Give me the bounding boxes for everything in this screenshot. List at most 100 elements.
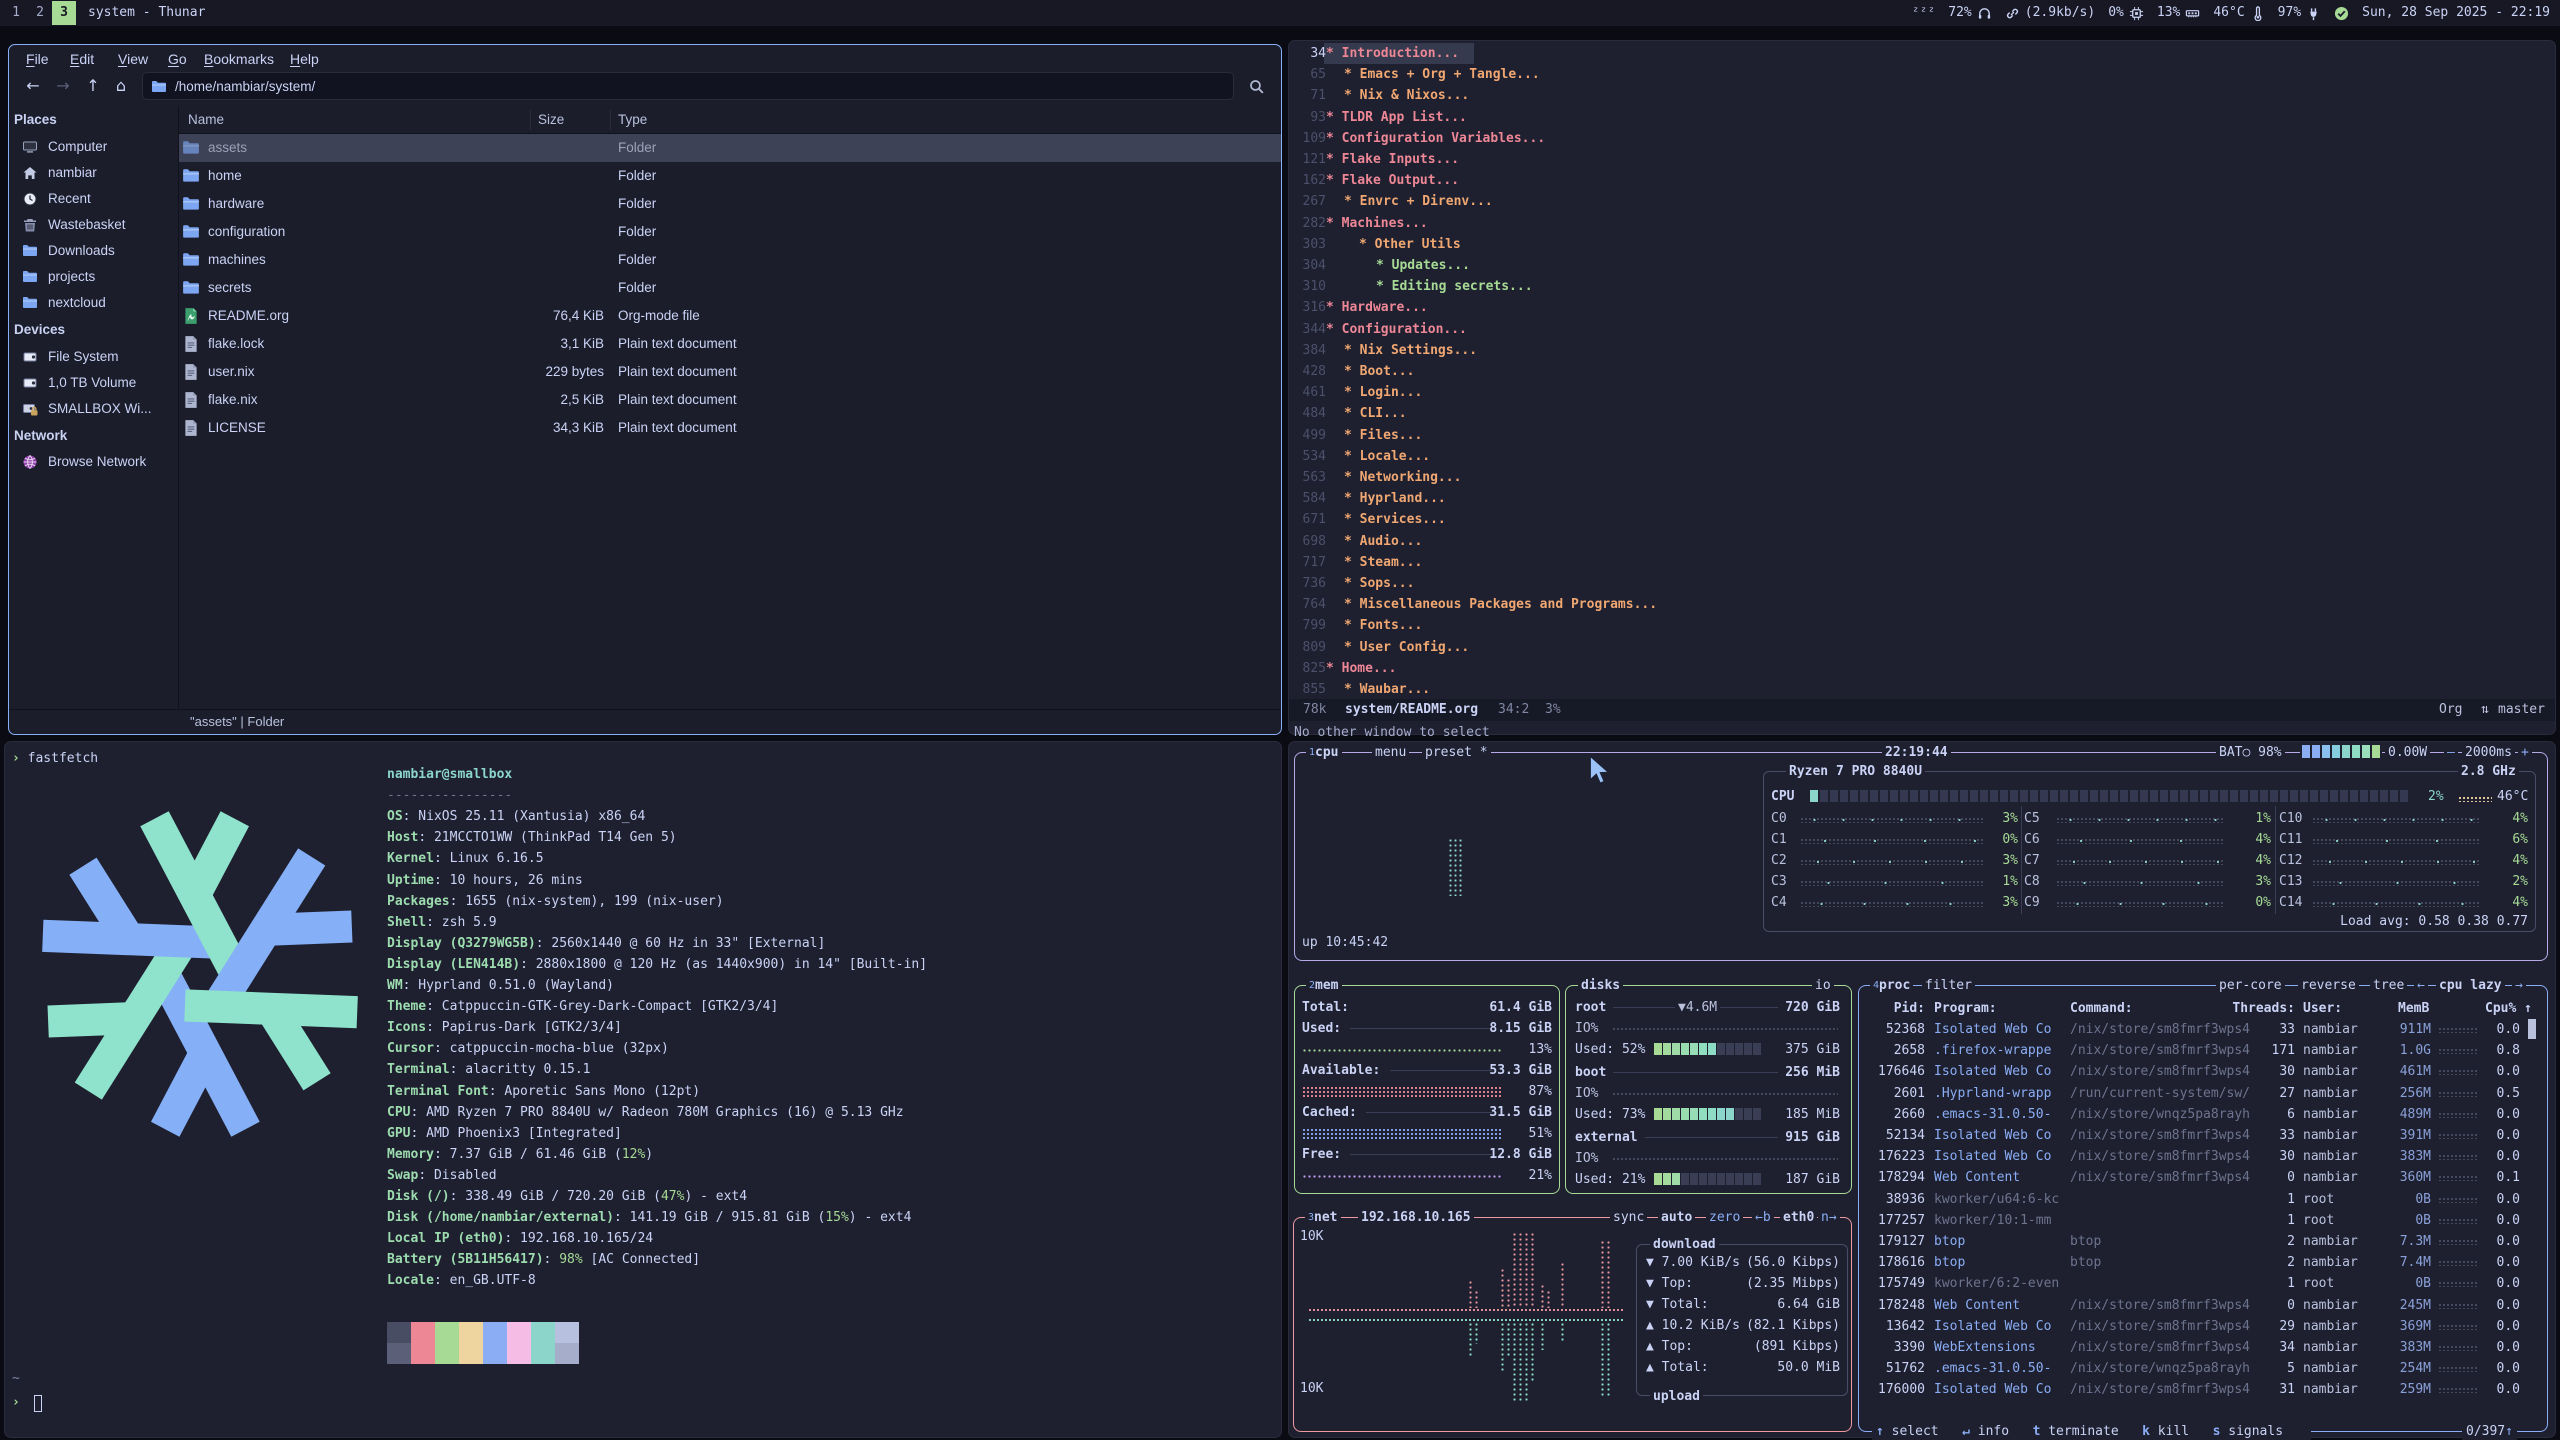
interval-plus-button[interactable]: + xyxy=(2518,742,2532,763)
workspace-button-1[interactable]: 1 xyxy=(4,1,28,25)
sidebar-item-downloads[interactable]: Downloads xyxy=(10,238,174,264)
workspace-button-3[interactable]: 3 xyxy=(52,1,76,25)
statusbar-module-cpu-usage[interactable]: 0% xyxy=(2108,0,2144,26)
file-row-secrets[interactable]: secretsFolder xyxy=(179,274,1281,302)
proc-row[interactable]: 52134Isolated Web Co/nix/store/sm8fmrf3w… xyxy=(1860,1125,2540,1146)
menu-item-help[interactable]: Help xyxy=(290,46,319,72)
palette-swatch xyxy=(435,1322,459,1343)
menu-button[interactable]: menu xyxy=(1372,742,1409,763)
sidebar-item-file-system[interactable]: File System xyxy=(10,344,174,370)
file-row-configuration[interactable]: configurationFolder xyxy=(179,218,1281,246)
proc-scrollbar-thumb[interactable] xyxy=(2528,1019,2536,1039)
proc-row[interactable]: 38936kworker/u64:6-kc1root0B0.0 xyxy=(1860,1189,2540,1210)
statusbar-module-battery[interactable]: 97% xyxy=(2278,0,2321,26)
file-row-machines[interactable]: machinesFolder xyxy=(179,246,1281,274)
iface-prev-button[interactable]: ←b xyxy=(1752,1207,1774,1228)
proc-row[interactable]: 176646Isolated Web Co/nix/store/sm8fmrf3… xyxy=(1860,1061,2540,1082)
column-header-type[interactable]: Type xyxy=(618,106,647,134)
menu-item-file[interactable]: File xyxy=(26,46,49,72)
preset-button[interactable]: preset * xyxy=(1422,742,1491,763)
proc-row[interactable]: 178616btopbtop2nambiar7.4M0.0 xyxy=(1860,1252,2540,1273)
proc-row[interactable]: 2658.firefox-wrappe/nix/store/sm8fmrf3wp… xyxy=(1860,1040,2540,1061)
tree-button[interactable]: tree xyxy=(2370,975,2407,996)
sort-next-button[interactable]: → xyxy=(2512,975,2526,996)
file-row-flake-lock[interactable]: flake.lock3,1 KiBPlain text document xyxy=(179,330,1281,358)
tab-net[interactable]: 3net xyxy=(1305,1207,1341,1228)
proc-header-user[interactable]: User: xyxy=(2303,998,2342,1019)
proc-header-memb[interactable]: MemB xyxy=(2398,998,2429,1019)
proc-header-command[interactable]: Command: xyxy=(2070,998,2133,1019)
file-row-hardware[interactable]: hardwareFolder xyxy=(179,190,1281,218)
proc-header-pid[interactable]: Pid: xyxy=(1865,998,1925,1019)
tab-mem[interactable]: 2mem xyxy=(1306,975,1342,996)
workspace-button-2[interactable]: 2 xyxy=(28,1,52,25)
proc-header-threads[interactable]: Threads: xyxy=(2215,998,2295,1019)
statusbar-module-temperature[interactable]: 46°C xyxy=(2213,0,2264,26)
menu-item-go[interactable]: Go xyxy=(168,46,187,72)
core-pct: 0% xyxy=(1984,829,2018,850)
file-row-readme-org[interactable]: README.org76,4 KiBOrg-mode file xyxy=(179,302,1281,330)
sidebar-item-nambiar[interactable]: nambiar xyxy=(10,160,174,186)
proc-row[interactable]: 177257kworker/10:1-mm1root0B0.0 xyxy=(1860,1210,2540,1231)
file-row-user-nix[interactable]: user.nix229 bytesPlain text document xyxy=(179,358,1281,386)
interval-minus-button[interactable]: — xyxy=(2444,742,2458,763)
sync-button[interactable]: sync xyxy=(1610,1207,1647,1228)
proc-row[interactable]: 3390WebExtensions/nix/store/sm8fmrf3wps4… xyxy=(1860,1337,2540,1358)
proc-row[interactable]: 176223Isolated Web Co/nix/store/sm8fmrf3… xyxy=(1860,1146,2540,1167)
statusbar-module-idle-inhibitor[interactable]: ᶻᶻᶻ xyxy=(1912,0,1935,26)
menu-item-edit[interactable]: Edit xyxy=(70,46,94,72)
statusbar-module-volume[interactable]: 72% xyxy=(1948,0,1991,26)
sidebar-item-projects[interactable]: projects xyxy=(10,264,174,290)
sidebar-item-computer[interactable]: Computer xyxy=(10,134,174,160)
proc-row[interactable]: 176000Isolated Web Co/nix/store/sm8fmrf3… xyxy=(1860,1379,2540,1400)
proc-row[interactable]: 51762.emacs-31.0.50-/nix/store/wnqz5pa8r… xyxy=(1860,1358,2540,1379)
file-row-home[interactable]: homeFolder xyxy=(179,162,1281,190)
column-header-name[interactable]: Name xyxy=(188,106,224,134)
auto-button[interactable]: auto xyxy=(1658,1207,1695,1228)
file-row-flake-nix[interactable]: flake.nix2,5 KiBPlain text document xyxy=(179,386,1281,414)
proc-row[interactable]: 13642Isolated Web Co/nix/store/sm8fmrf3w… xyxy=(1860,1316,2540,1337)
sidebar-item-nextcloud[interactable]: nextcloud xyxy=(10,290,174,316)
sidebar-item-smallbox-wi-[interactable]: SMALLBOX Wi... xyxy=(10,396,174,422)
proc-row[interactable]: 2660.emacs-31.0.50-/nix/store/wnqz5pa8ra… xyxy=(1860,1104,2540,1125)
statusbar-module-memory-usage[interactable]: 13% xyxy=(2157,0,2200,26)
zero-button[interactable]: zero xyxy=(1706,1207,1743,1228)
disk-name: external xyxy=(1575,1127,1638,1148)
proc-row[interactable]: 52368Isolated Web Co/nix/store/sm8fmrf3w… xyxy=(1860,1019,2540,1040)
column-header-size[interactable]: Size xyxy=(538,106,564,134)
tab-proc[interactable]: 4proc xyxy=(1870,975,1913,996)
sidebar-item-browse-network[interactable]: Browse Network xyxy=(10,449,174,475)
statusbar-module-clock[interactable]: Sun, 28 Sep 2025 - 22:19 xyxy=(2362,0,2550,26)
iface-next-button[interactable]: n→ xyxy=(1818,1207,1840,1228)
search-icon[interactable] xyxy=(1248,78,1265,95)
statusbar-module-network[interactable]: (2.9kb/s) xyxy=(2005,0,2095,26)
proc-row[interactable]: 178248Web Content/nix/store/sm8fmrf3wps4… xyxy=(1860,1295,2540,1316)
proc-row[interactable]: 175749kworker/6:2-even1root0B0.0 xyxy=(1860,1273,2540,1294)
filter-button[interactable]: filter xyxy=(1922,975,1975,996)
reverse-button[interactable]: reverse xyxy=(2298,975,2359,996)
per-core-button[interactable]: per-core xyxy=(2216,975,2285,996)
file-row-license[interactable]: LICENSE34,3 KiBPlain text document xyxy=(179,414,1281,442)
menu-item-bookmarks[interactable]: Bookmarks xyxy=(204,46,274,72)
forward-button[interactable]: → xyxy=(52,74,74,98)
statusbar-module-systemd-status[interactable] xyxy=(2334,6,2349,21)
sidebar-item-1-0-tb-volume[interactable]: 1,0 TB Volume xyxy=(10,370,174,396)
home-button[interactable]: ⌂ xyxy=(110,74,132,98)
up-button[interactable]: ↑ xyxy=(82,74,104,98)
proc-header-cpu[interactable]: Cpu% ↑ xyxy=(2452,998,2532,1019)
path-bar[interactable]: /home/nambiar/system/ xyxy=(142,72,1234,100)
menu-item-view[interactable]: View xyxy=(118,46,148,72)
sidebar-item-wastebasket[interactable]: Wastebasket xyxy=(10,212,174,238)
proc-row[interactable]: 2601.Hyprland-wrapp/run/current-system/s… xyxy=(1860,1083,2540,1104)
proc-row[interactable]: 179127btopbtop2nambiar7.3M0.0 xyxy=(1860,1231,2540,1252)
net-upload-title: upload xyxy=(1650,1386,1703,1407)
folder-icon xyxy=(182,195,200,213)
sidebar-item-recent[interactable]: Recent xyxy=(10,186,174,212)
tab-cpu[interactable]: 1cpu xyxy=(1306,742,1342,763)
io-button[interactable]: io xyxy=(1812,975,1834,996)
file-row-assets[interactable]: assetsFolder xyxy=(179,134,1281,162)
sort-prev-button[interactable]: ← xyxy=(2414,975,2428,996)
proc-row[interactable]: 178294Web Content/nix/store/sm8fmrf3wps4… xyxy=(1860,1167,2540,1188)
proc-header-program[interactable]: Program: xyxy=(1934,998,1997,1019)
back-button[interactable]: ← xyxy=(22,74,44,98)
